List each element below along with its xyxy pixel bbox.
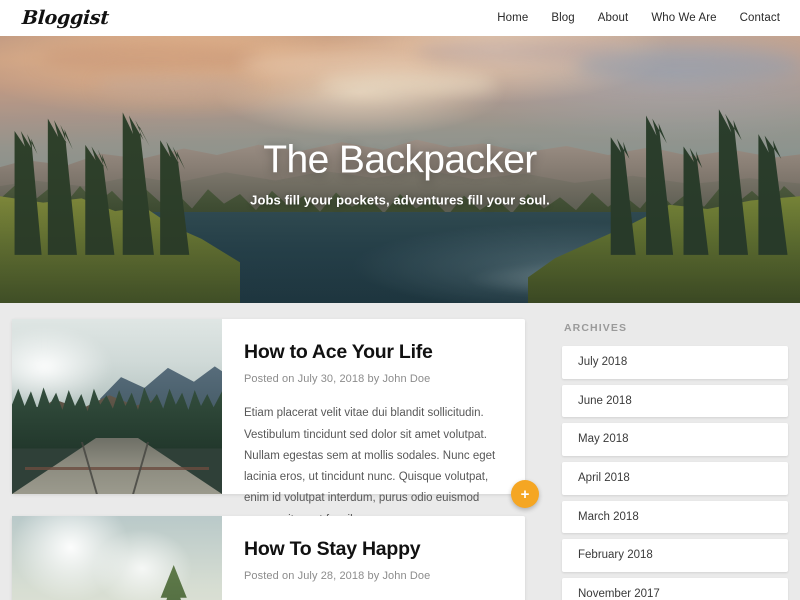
post-title[interactable]: How To Stay Happy: [244, 538, 501, 561]
post-card[interactable]: How to Ace Your Life Posted on July 30, …: [12, 319, 539, 526]
hero-title: The Backpacker: [263, 138, 537, 182]
thumb-bridge-beam: [24, 466, 210, 470]
post-meta: Posted on July 30, 2018 by John Doe: [244, 373, 431, 386]
archive-link-february-2018[interactable]: February 2018: [562, 539, 788, 572]
main-navigation: Home Blog About Who We Are Contact: [497, 12, 780, 24]
nav-item-about[interactable]: About: [598, 12, 629, 24]
hero-banner: The Backpacker Jobs fill your pockets, a…: [0, 36, 800, 303]
site-logo[interactable]: Bloggist: [21, 7, 109, 29]
archives-heading: ARCHIVES: [564, 322, 628, 334]
archive-item[interactable]: April 2018: [562, 461, 788, 495]
post-meta: Posted on July 28, 2018 by John Doe: [244, 570, 431, 583]
read-more-plus-button[interactable]: +: [511, 480, 539, 508]
post-body: How To Stay Happy Posted on July 28, 201…: [222, 516, 525, 600]
thumb-smoke-plume: [12, 326, 113, 407]
post-thumbnail[interactable]: [12, 319, 222, 494]
site-header: Bloggist Home Blog About Who We Are Cont…: [0, 0, 800, 36]
archive-link-march-2018[interactable]: March 2018: [562, 501, 788, 534]
sidebar: ARCHIVES July 2018 June 2018 May 2018 Ap…: [525, 319, 788, 600]
nav-item-who-we-are[interactable]: Who We Are: [651, 12, 716, 24]
post-card[interactable]: How To Stay Happy Posted on July 28, 201…: [12, 516, 525, 600]
archive-item[interactable]: November 2017: [562, 577, 788, 600]
page-body: How to Ace Your Life Posted on July 30, …: [0, 303, 800, 600]
post-body: How to Ace Your Life Posted on July 30, …: [222, 319, 525, 526]
nav-item-contact[interactable]: Contact: [740, 12, 780, 24]
archive-item[interactable]: May 2018: [562, 423, 788, 456]
archive-link-april-2018[interactable]: April 2018: [562, 462, 788, 495]
nav-item-blog[interactable]: Blog: [551, 12, 574, 24]
archive-link-november-2017[interactable]: November 2017: [562, 578, 788, 600]
archive-item[interactable]: June 2018: [562, 384, 788, 418]
archive-link-may-2018[interactable]: May 2018: [562, 423, 788, 456]
hero-content: The Backpacker Jobs fill your pockets, a…: [0, 131, 800, 208]
archive-link-july-2018[interactable]: July 2018: [562, 346, 788, 379]
post-title[interactable]: How to Ace Your Life: [244, 341, 501, 364]
archive-item[interactable]: February 2018: [562, 539, 788, 572]
post-list: How to Ace Your Life Posted on July 30, …: [12, 319, 539, 600]
nav-item-home[interactable]: Home: [497, 12, 528, 24]
post-excerpt: Etiam placerat velit vitae dui blandit s…: [244, 407, 496, 525]
archive-item[interactable]: March 2018: [562, 500, 788, 534]
archive-item[interactable]: July 2018: [562, 346, 788, 379]
hero-tagline: Jobs fill your pockets, adventures fill …: [250, 192, 550, 208]
thumb-sky-layer: [12, 516, 222, 600]
archive-link-june-2018[interactable]: June 2018: [562, 385, 788, 418]
archives-list: July 2018 June 2018 May 2018 April 2018 …: [562, 346, 788, 600]
post-thumbnail[interactable]: [12, 516, 222, 600]
